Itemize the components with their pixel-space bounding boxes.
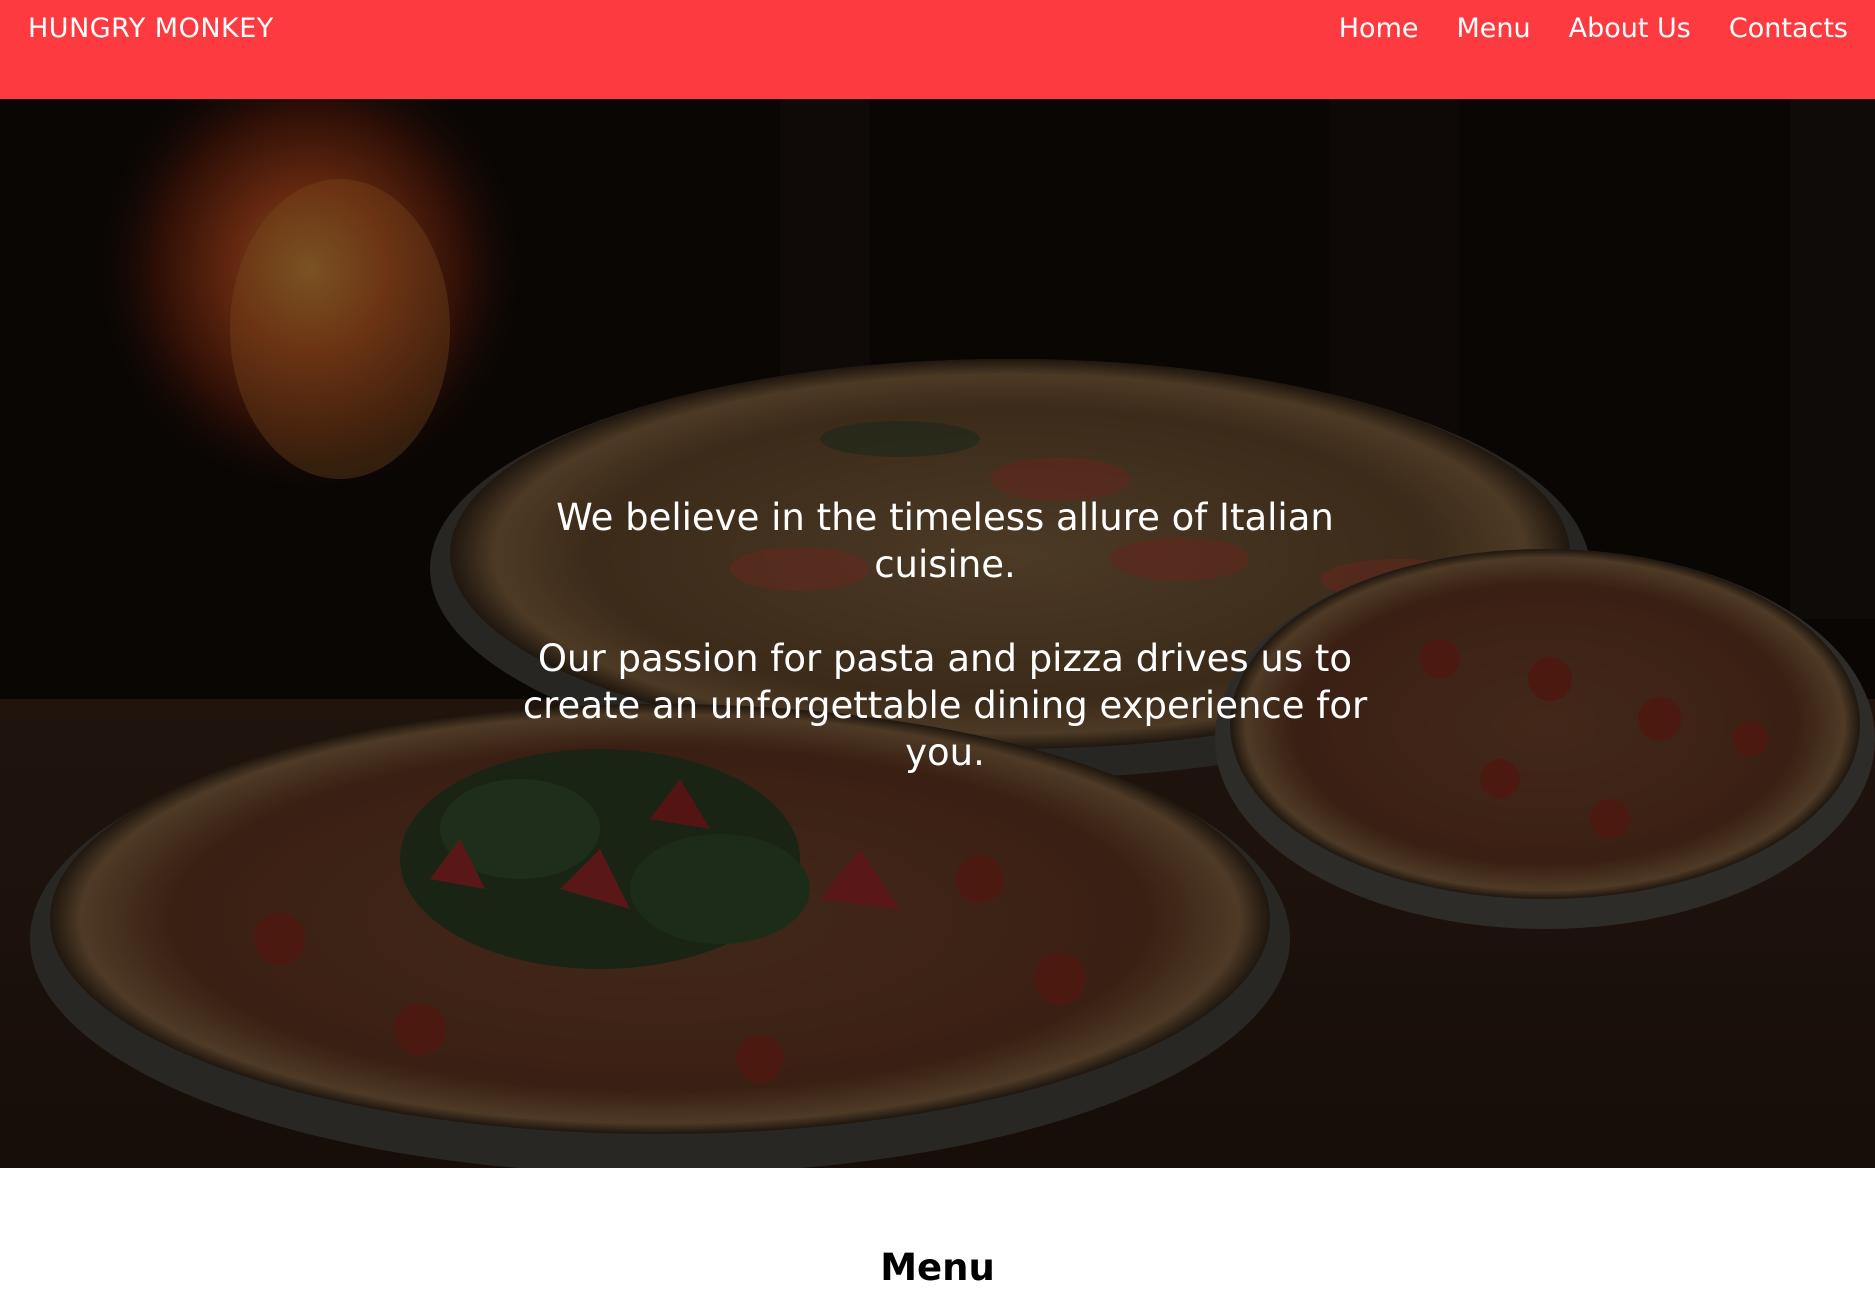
hero-paragraph-1: We believe in the timeless allure of Ita… <box>556 496 1334 586</box>
nav-link-contacts[interactable]: Contacts <box>1729 13 1848 44</box>
hero-paragraph-2: Our passion for pasta and pizza drives u… <box>522 637 1368 774</box>
hero-section: We believe in the timeless allure of Ita… <box>0 99 1875 1168</box>
menu-heading: Menu <box>880 1246 995 1289</box>
nav-links: Home Menu About Us Contacts <box>1339 13 1848 44</box>
brand-logo[interactable]: HUNGRY MONKEY <box>28 13 274 44</box>
nav-link-menu[interactable]: Menu <box>1456 13 1530 44</box>
menu-section: Menu <box>0 1168 1875 1289</box>
nav-link-home[interactable]: Home <box>1339 13 1419 44</box>
nav-link-about-us[interactable]: About Us <box>1569 13 1691 44</box>
hero-text: We believe in the timeless allure of Ita… <box>480 494 1410 776</box>
navbar: HUNGRY MONKEY Home Menu About Us Contact… <box>0 0 1875 99</box>
